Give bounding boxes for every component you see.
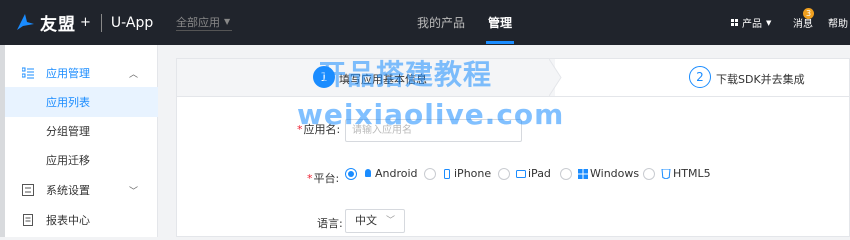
step-1-number: 1 (313, 66, 335, 88)
step-indicator: 1 填写应用基本信息 2 下载SDK并去集成 (177, 59, 850, 97)
sidebar-group-system-settings[interactable]: 系统设置 ﹀ (5, 175, 158, 205)
platform-option-windows[interactable]: Windows (560, 167, 639, 180)
logo-plus: + (80, 15, 91, 30)
step-1-label: 填写应用基本信息 (339, 73, 427, 86)
chevron-down-icon: ▼ (766, 18, 772, 27)
language-select[interactable]: 中文 ﹀ (345, 209, 405, 233)
required-marker: * (307, 171, 313, 185)
sidebar-item-label: 应用管理 (46, 67, 90, 80)
chevron-down-icon: ﹀ (129, 186, 139, 197)
nav-manage[interactable]: 管理 (488, 14, 512, 31)
radio-selected[interactable] (345, 167, 357, 180)
platform-option-html5[interactable]: HTML5 (643, 167, 711, 180)
tablet-icon (516, 169, 526, 178)
umeng-logo-icon (17, 13, 34, 30)
products-menu[interactable]: 产品 ▼ (731, 15, 771, 30)
platform-option-ipad[interactable]: iPad (498, 167, 551, 180)
language-select-value: 中文 (355, 214, 377, 227)
app-name-label: * 应用名: (297, 121, 340, 137)
chevron-up-icon: ︿ (129, 69, 139, 80)
radio-unselected[interactable] (560, 167, 572, 180)
platform-option-label: Android (375, 167, 418, 180)
platform-option-iphone[interactable]: iPhone (424, 167, 491, 180)
required-marker: * (297, 122, 303, 136)
step-2-label: 下载SDK并去集成 (716, 73, 805, 86)
platform-label-text: 平台: (313, 172, 340, 185)
app-name-input[interactable]: 请输入应用名 (345, 119, 522, 142)
html5-icon (661, 168, 671, 179)
radio-unselected[interactable] (424, 167, 436, 180)
android-icon (365, 168, 371, 177)
sidebar-item-label: 分组管理 (46, 125, 90, 138)
language-label: 语言: (317, 215, 343, 231)
platform-option-label: iPhone (454, 167, 492, 180)
create-app-panel: 1 填写应用基本信息 2 下载SDK并去集成 * 应用名: 请输入应用名 * 平… (176, 58, 850, 237)
chevron-down-icon: ▼ (224, 17, 231, 26)
sidebar-item-label: 系统设置 (46, 184, 90, 197)
top-nav-bar: 友盟 + U-App 全部应用 ▼ 我的产品 管理 产品 ▼ 消息 3 帮助 (0, 0, 850, 45)
umeng-logo[interactable]: 友盟 + U-App (14, 10, 153, 35)
report-icon (23, 214, 33, 226)
platform-option-android[interactable]: Android (345, 167, 418, 180)
platform-label: * 平台: (307, 170, 339, 186)
sidebar: 应用管理 ︿ 应用列表 分组管理 应用迁移 系统设置 ﹀ 报表中心 (5, 45, 158, 237)
phone-icon (444, 168, 450, 179)
nav-my-products[interactable]: 我的产品 (417, 14, 465, 31)
step-2-number: 2 (689, 66, 711, 88)
sidebar-item-group-management[interactable]: 分组管理 (5, 116, 158, 146)
app-selector[interactable]: 全部应用 ▼ (176, 13, 232, 31)
help-link[interactable]: 帮助 (828, 15, 848, 30)
products-menu-label: 产品 (742, 19, 762, 30)
app-selector-value: 全部应用 (176, 15, 220, 29)
platform-option-label: HTML5 (673, 167, 711, 180)
nav-active-indicator (486, 41, 514, 44)
sidebar-item-app-list[interactable]: 应用列表 (5, 87, 158, 117)
sidebar-group-app-management[interactable]: 应用管理 ︿ (5, 58, 158, 88)
help-label: 帮助 (828, 19, 848, 30)
language-label-text: 语言: (317, 217, 343, 230)
sidebar-item-label: 应用迁移 (46, 154, 90, 167)
settings-icon (22, 184, 34, 196)
sidebar-item-app-migration[interactable]: 应用迁移 (5, 145, 158, 175)
grid-icon (731, 19, 738, 26)
list-icon (22, 67, 34, 79)
step-divider-arrow (549, 59, 562, 96)
sidebar-item-label: 报表中心 (46, 214, 90, 227)
platform-option-label: Windows (590, 167, 640, 180)
logo-divider (100, 13, 102, 32)
radio-unselected[interactable] (643, 167, 655, 180)
chevron-down-icon: ﹀ (386, 216, 396, 226)
app-name-label-text: 应用名: (303, 123, 341, 136)
sidebar-group-report-center[interactable]: 报表中心 (5, 205, 158, 235)
sidebar-item-label: 应用列表 (46, 96, 90, 109)
platform-option-label: iPad (528, 167, 551, 180)
messages-badge: 3 (803, 8, 814, 19)
windows-icon (578, 168, 588, 179)
radio-unselected[interactable] (498, 167, 510, 180)
logo-text: 友盟 (40, 15, 76, 35)
logo-product-name: U-App (110, 14, 154, 31)
